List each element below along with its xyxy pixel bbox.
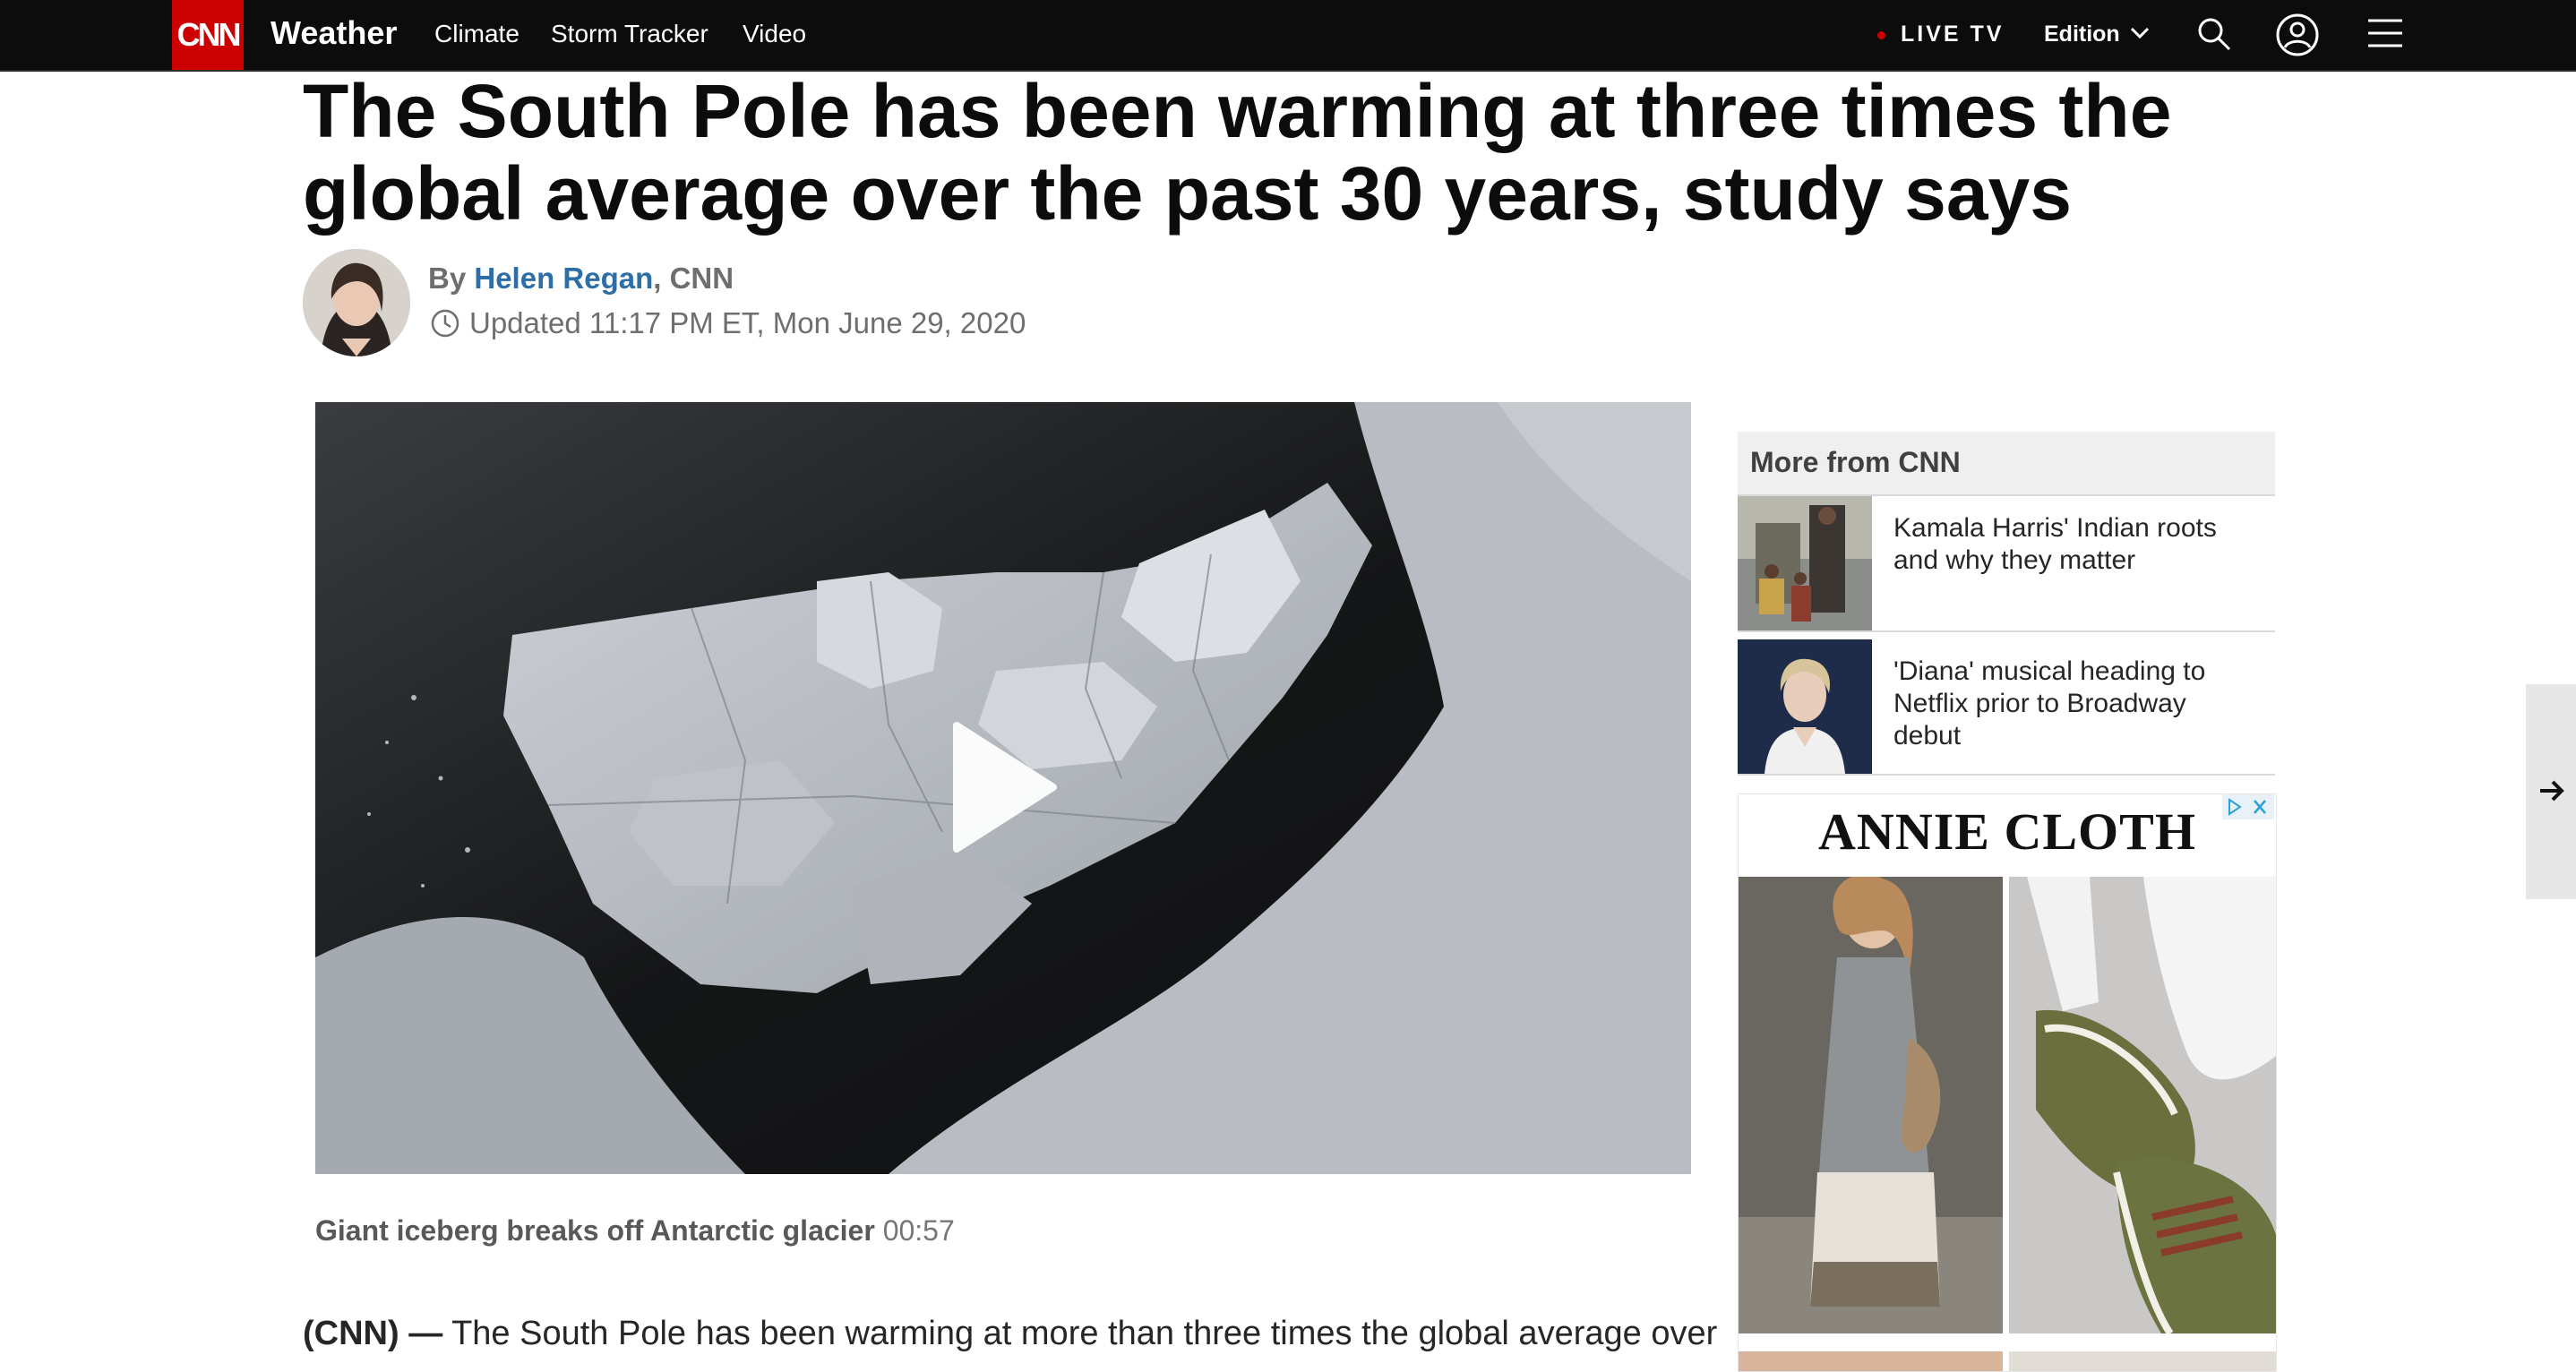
top-nav: CNN Weather Climate Storm Tracker Video … (0, 0, 2576, 72)
video-caption-title: Giant iceberg breaks off Antarctic glaci… (315, 1214, 875, 1247)
advertisement[interactable]: ANNIE CLOTH (1738, 793, 2277, 1372)
play-icon[interactable] (951, 720, 1059, 859)
chevron-down-icon[interactable] (2130, 27, 2150, 44)
more-from-cnn-title: More from CNN (1750, 446, 1961, 478)
ad-brand-name[interactable]: ANNIE CLOTH (1739, 802, 2276, 862)
byline-prefix: By (428, 262, 475, 295)
nav-link-climate[interactable]: Climate (434, 20, 519, 48)
section-title-weather[interactable]: Weather (270, 14, 397, 52)
more-from-cnn-header: More from CNN (1738, 432, 2275, 496)
arrow-right-icon (2540, 780, 2564, 802)
video-duration: 00:57 (882, 1214, 955, 1247)
article-headline: The South Pole has been warming at three… (303, 69, 2172, 236)
edition-menu[interactable]: Edition (2044, 21, 2120, 47)
article-lede: (CNN) — The South Pole has been warming … (303, 1315, 1717, 1353)
story-thumbnail[interactable] (1738, 496, 1872, 630)
user-account-icon[interactable] (2275, 13, 2320, 62)
ad-choices-badge[interactable] (2222, 794, 2274, 819)
story-thumbnail[interactable] (1738, 639, 1872, 774)
search-icon[interactable] (2196, 16, 2232, 56)
hamburger-menu-icon[interactable] (2368, 18, 2402, 53)
lede-source: (CNN) — (303, 1315, 443, 1352)
next-article-tab[interactable] (2526, 684, 2576, 899)
clock-icon (430, 308, 460, 343)
sidebar-story-item[interactable]: 'Diana' musical heading to Netflix prior… (1738, 639, 2275, 776)
nav-link-storm-tracker[interactable]: Storm Tracker (551, 20, 708, 48)
author-avatar[interactable] (303, 249, 410, 356)
live-tv-link[interactable]: LIVE TV (1901, 21, 2004, 47)
story-headline[interactable]: 'Diana' musical heading to Netflix prior… (1893, 656, 2252, 752)
ad-image-partial-right[interactable] (2009, 1351, 2276, 1371)
updated-timestamp: Updated 11:17 PM ET, Mon June 29, 2020 (469, 306, 1026, 339)
ad-image-shoes[interactable] (2009, 877, 2276, 1333)
lede-text: The South Pole has been warming at more … (442, 1315, 1718, 1352)
cnn-logo[interactable]: CNN (172, 0, 244, 70)
byline-outlet: , CNN (653, 262, 734, 295)
ad-image-partial-left[interactable] (1739, 1351, 2003, 1371)
nav-link-video[interactable]: Video (743, 20, 806, 48)
ad-image-dress[interactable] (1739, 877, 2003, 1333)
live-indicator-dot (1877, 31, 1885, 39)
byline: By Helen Regan, CNN (428, 262, 734, 296)
story-headline[interactable]: Kamala Harris' Indian roots and why they… (1893, 512, 2252, 577)
author-link[interactable]: Helen Regan (474, 262, 653, 295)
sidebar-story-item[interactable]: Kamala Harris' Indian roots and why they… (1738, 496, 2275, 632)
video-caption[interactable]: Giant iceberg breaks off Antarctic glaci… (315, 1214, 955, 1248)
